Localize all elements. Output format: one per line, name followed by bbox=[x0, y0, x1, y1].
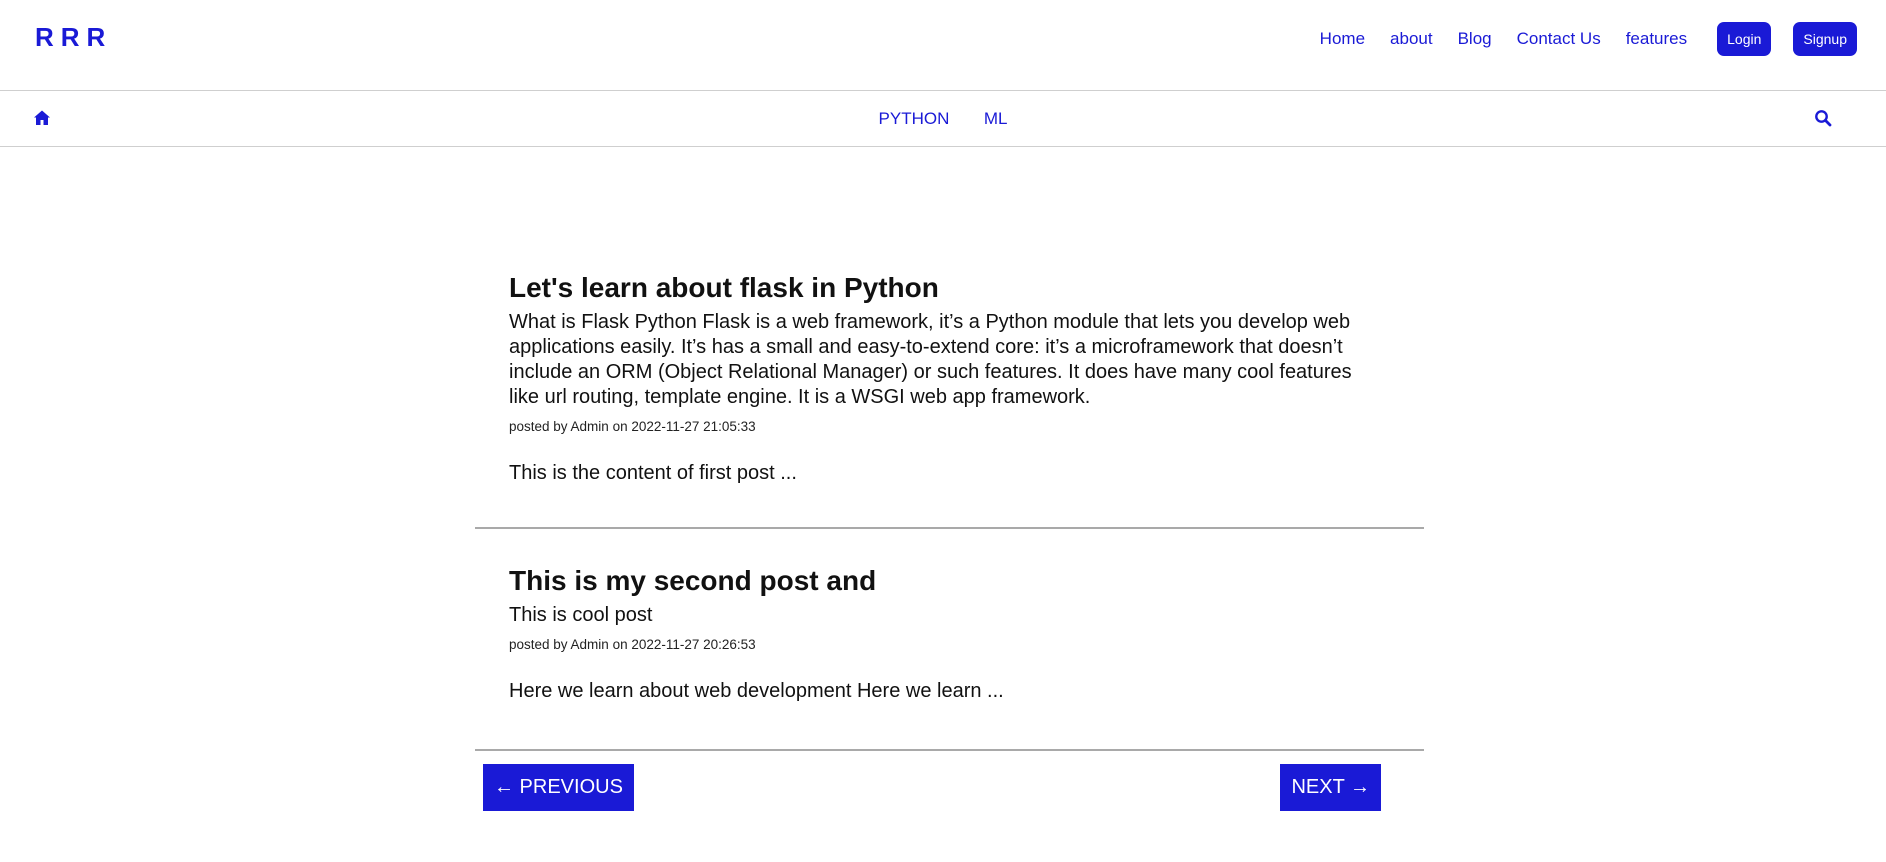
previous-button[interactable]: ← PREVIOUS bbox=[483, 764, 634, 811]
nav-link-home[interactable]: Home bbox=[1320, 21, 1365, 57]
search-icon[interactable] bbox=[1814, 109, 1832, 127]
next-button[interactable]: NEXT → bbox=[1280, 764, 1381, 811]
home-icon[interactable] bbox=[33, 109, 51, 127]
post-title[interactable]: This is my second post and bbox=[509, 563, 1390, 599]
post-meta: posted by Admin on 2022-11-27 21:05:33 bbox=[509, 419, 756, 434]
signup-button[interactable]: Signup bbox=[1793, 22, 1857, 56]
post-title[interactable]: Let's learn about flask in Python bbox=[509, 270, 1390, 306]
nav-link-about[interactable]: about bbox=[1390, 21, 1433, 57]
post-list: Let's learn about flask in Python What i… bbox=[475, 270, 1424, 751]
nav-link-contact[interactable]: Contact Us bbox=[1517, 21, 1601, 57]
post-subtitle: This is cool post bbox=[509, 604, 653, 626]
post-item: This is my second post and This is cool … bbox=[475, 529, 1424, 749]
post-meta: posted by Admin on 2022-11-27 20:26:53 bbox=[509, 637, 756, 652]
category-ml[interactable]: ML bbox=[984, 91, 1008, 147]
pagination: ← PREVIOUS NEXT → bbox=[483, 764, 1381, 812]
category-bar: PYTHON ML bbox=[0, 91, 1886, 147]
post-subtitle: What is Flask Python Flask is a web fram… bbox=[509, 311, 1352, 408]
nav-link-features[interactable]: features bbox=[1626, 21, 1687, 57]
post-excerpt: Here we learn about web development Here… bbox=[509, 680, 1004, 702]
post-item: Let's learn about flask in Python What i… bbox=[475, 270, 1424, 527]
top-navbar: RRR Home about Blog Contact Us features … bbox=[0, 0, 1886, 91]
category-python[interactable]: PYTHON bbox=[879, 91, 950, 147]
post-divider bbox=[475, 749, 1424, 751]
category-links: PYTHON ML bbox=[0, 91, 1886, 147]
nav-link-blog[interactable]: Blog bbox=[1458, 21, 1492, 57]
login-button[interactable]: Login bbox=[1717, 22, 1772, 56]
main-nav: Home about Blog Contact Us features Logi… bbox=[1320, 21, 1857, 57]
site-logo[interactable]: RRR bbox=[35, 22, 112, 53]
post-excerpt: This is the content of first post ... bbox=[509, 462, 797, 484]
